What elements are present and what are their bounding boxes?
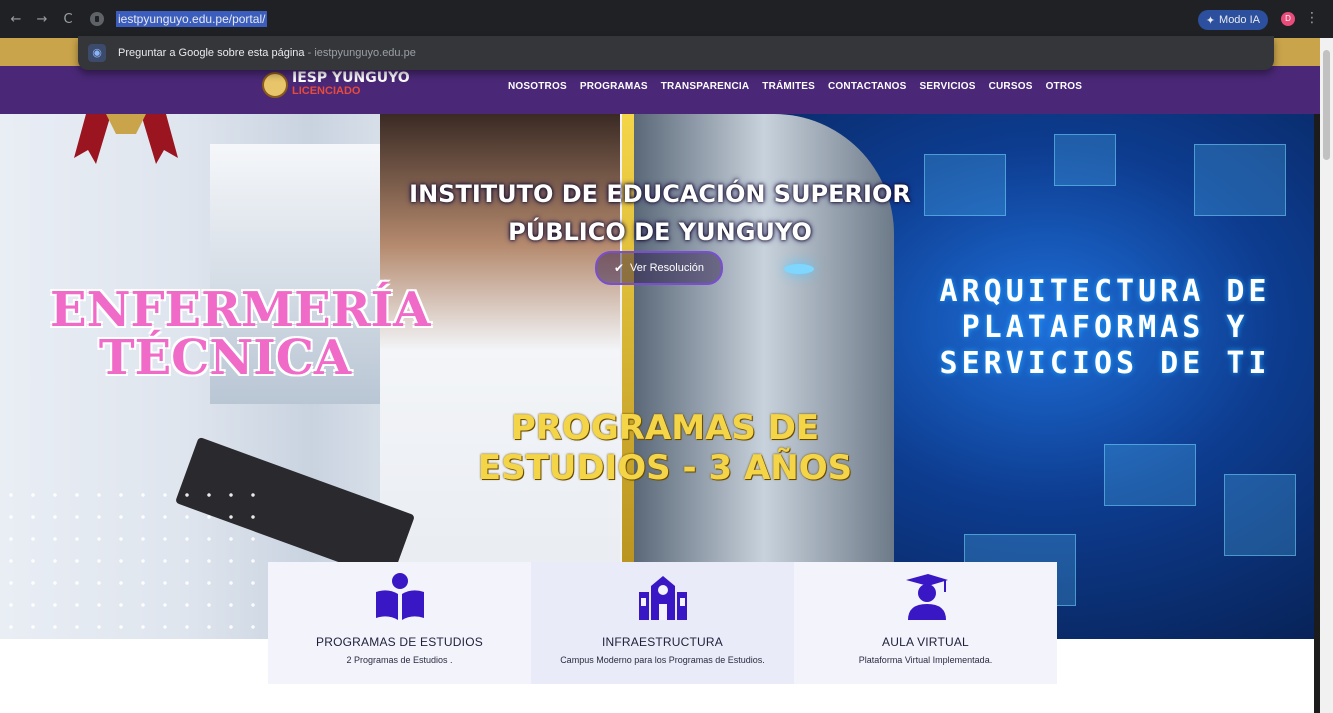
screen-tile xyxy=(1104,444,1196,506)
feature-card-programas[interactable]: PROGRAMAS DE ESTUDIOS 2 Programas de Est… xyxy=(268,562,531,684)
ai-mode-button[interactable]: ✦ Modo IA xyxy=(1197,10,1268,30)
scrollbar-thumb[interactable] xyxy=(1323,50,1330,160)
hero-banner: ENFERMERÍA TÉCNICA ARQUITECTURA DE PLATA… xyxy=(0,114,1320,639)
main-menu: NOSOTROS PROGRAMAS TRANSPARENCIA TRÁMITE… xyxy=(508,81,1082,92)
logo-line-2: LICENCIADO xyxy=(292,85,361,97)
profile-avatar[interactable]: D xyxy=(1281,12,1295,26)
google-lens-icon: ◉ xyxy=(88,44,106,62)
omnibox-suggestion[interactable]: ◉ Preguntar a Google sobre esta página -… xyxy=(78,36,1274,70)
check-icon: ✔ xyxy=(613,261,625,275)
book-reader-icon xyxy=(375,573,424,620)
hero-title-line-2: PÚBLICO DE YUNGUYO xyxy=(508,218,812,246)
hero-title-line-1: INSTITUTO DE EDUCACIÓN SUPERIOR xyxy=(409,180,911,208)
site-logo[interactable]: IESP YUNGUYO LICENCIADO xyxy=(262,70,410,98)
menu-item-cursos[interactable]: CURSOS xyxy=(989,81,1033,92)
forward-icon[interactable]: → xyxy=(32,12,52,27)
feature-cards: PROGRAMAS DE ESTUDIOS 2 Programas de Est… xyxy=(268,562,1058,684)
browser-toolbar: ← → C iestpyunguyo.edu.pe/portal/ ✦ Modo… xyxy=(0,0,1333,38)
menu-item-tramites[interactable]: TRÁMITES xyxy=(762,81,815,92)
menu-item-nosotros[interactable]: NOSOTROS xyxy=(508,81,567,92)
graduate-icon xyxy=(905,574,948,620)
browser-nav: ← → C xyxy=(6,12,78,27)
suggestion-query: Preguntar a Google sobre esta página xyxy=(118,47,305,59)
ai-mode-label: Modo IA xyxy=(1219,14,1260,26)
screen-tile xyxy=(1054,134,1116,186)
menu-item-programas[interactable]: PROGRAMAS xyxy=(580,81,648,92)
feature-desc: 2 Programas de Estudios . xyxy=(346,655,453,665)
screen-tile xyxy=(1224,474,1296,556)
page-scrollbar[interactable] xyxy=(1320,38,1333,713)
feature-title: AULA VIRTUAL xyxy=(882,635,969,649)
program-right-line-1: ARQUITECTURA DE xyxy=(939,274,1271,309)
suggestion-domain: iestpyunguyo.edu.pe xyxy=(314,47,416,59)
feature-title: INFRAESTRUCTURA xyxy=(601,635,723,649)
site-info-icon[interactable] xyxy=(90,12,104,26)
menu-item-servicios[interactable]: SERVICIOS xyxy=(920,81,976,92)
dot-pattern xyxy=(0,484,260,634)
address-bar-url[interactable]: iestpyunguyo.edu.pe/portal/ xyxy=(116,11,268,27)
suggestion-separator: - xyxy=(304,47,315,59)
menu-item-contactanos[interactable]: CONTACTANOS xyxy=(828,81,907,92)
ai-sparkle-icon: ✦ xyxy=(1205,13,1216,27)
logo-line-1: IESP YUNGUYO xyxy=(292,70,410,86)
program-right-line-2: PLATAFORMAS Y xyxy=(961,310,1249,345)
program-duration-text: PROGRAMAS DE ESTUDIOS - 3 AÑOS xyxy=(477,408,853,488)
ver-resolucion-label: Ver Resolución xyxy=(630,262,705,274)
program-left-line-2: TÉCNICA xyxy=(98,330,352,386)
more-menu-icon[interactable]: ⋮ xyxy=(1305,10,1319,26)
ver-resolucion-button[interactable]: ✔ Ver Resolución xyxy=(595,251,723,285)
feature-desc: Campus Moderno para los Programas de Est… xyxy=(560,655,765,665)
feature-title: PROGRAMAS DE ESTUDIOS xyxy=(316,635,483,649)
program-right-line-3: SERVICIOS DE TI xyxy=(939,346,1271,381)
school-building-icon xyxy=(638,576,687,620)
feature-card-infraestructura[interactable]: INFRAESTRUCTURA Campus Moderno para los … xyxy=(531,562,794,684)
menu-item-transparencia[interactable]: TRANSPARENCIA xyxy=(661,81,750,92)
logo-text: IESP YUNGUYO LICENCIADO xyxy=(292,70,410,98)
menu-item-otros[interactable]: OTROS xyxy=(1046,81,1083,92)
feature-desc: Plataforma Virtual Implementada. xyxy=(858,655,993,665)
logo-emblem-icon xyxy=(262,72,288,98)
feature-card-aula-virtual[interactable]: AULA VIRTUAL Plataforma Virtual Implemen… xyxy=(794,562,1057,684)
reload-icon[interactable]: C xyxy=(58,12,78,27)
back-icon[interactable]: ← xyxy=(6,12,26,27)
award-ribbon-icon xyxy=(74,114,178,164)
suggestion-text: Preguntar a Google sobre esta página - i… xyxy=(118,47,416,59)
robot-eye xyxy=(784,264,814,274)
